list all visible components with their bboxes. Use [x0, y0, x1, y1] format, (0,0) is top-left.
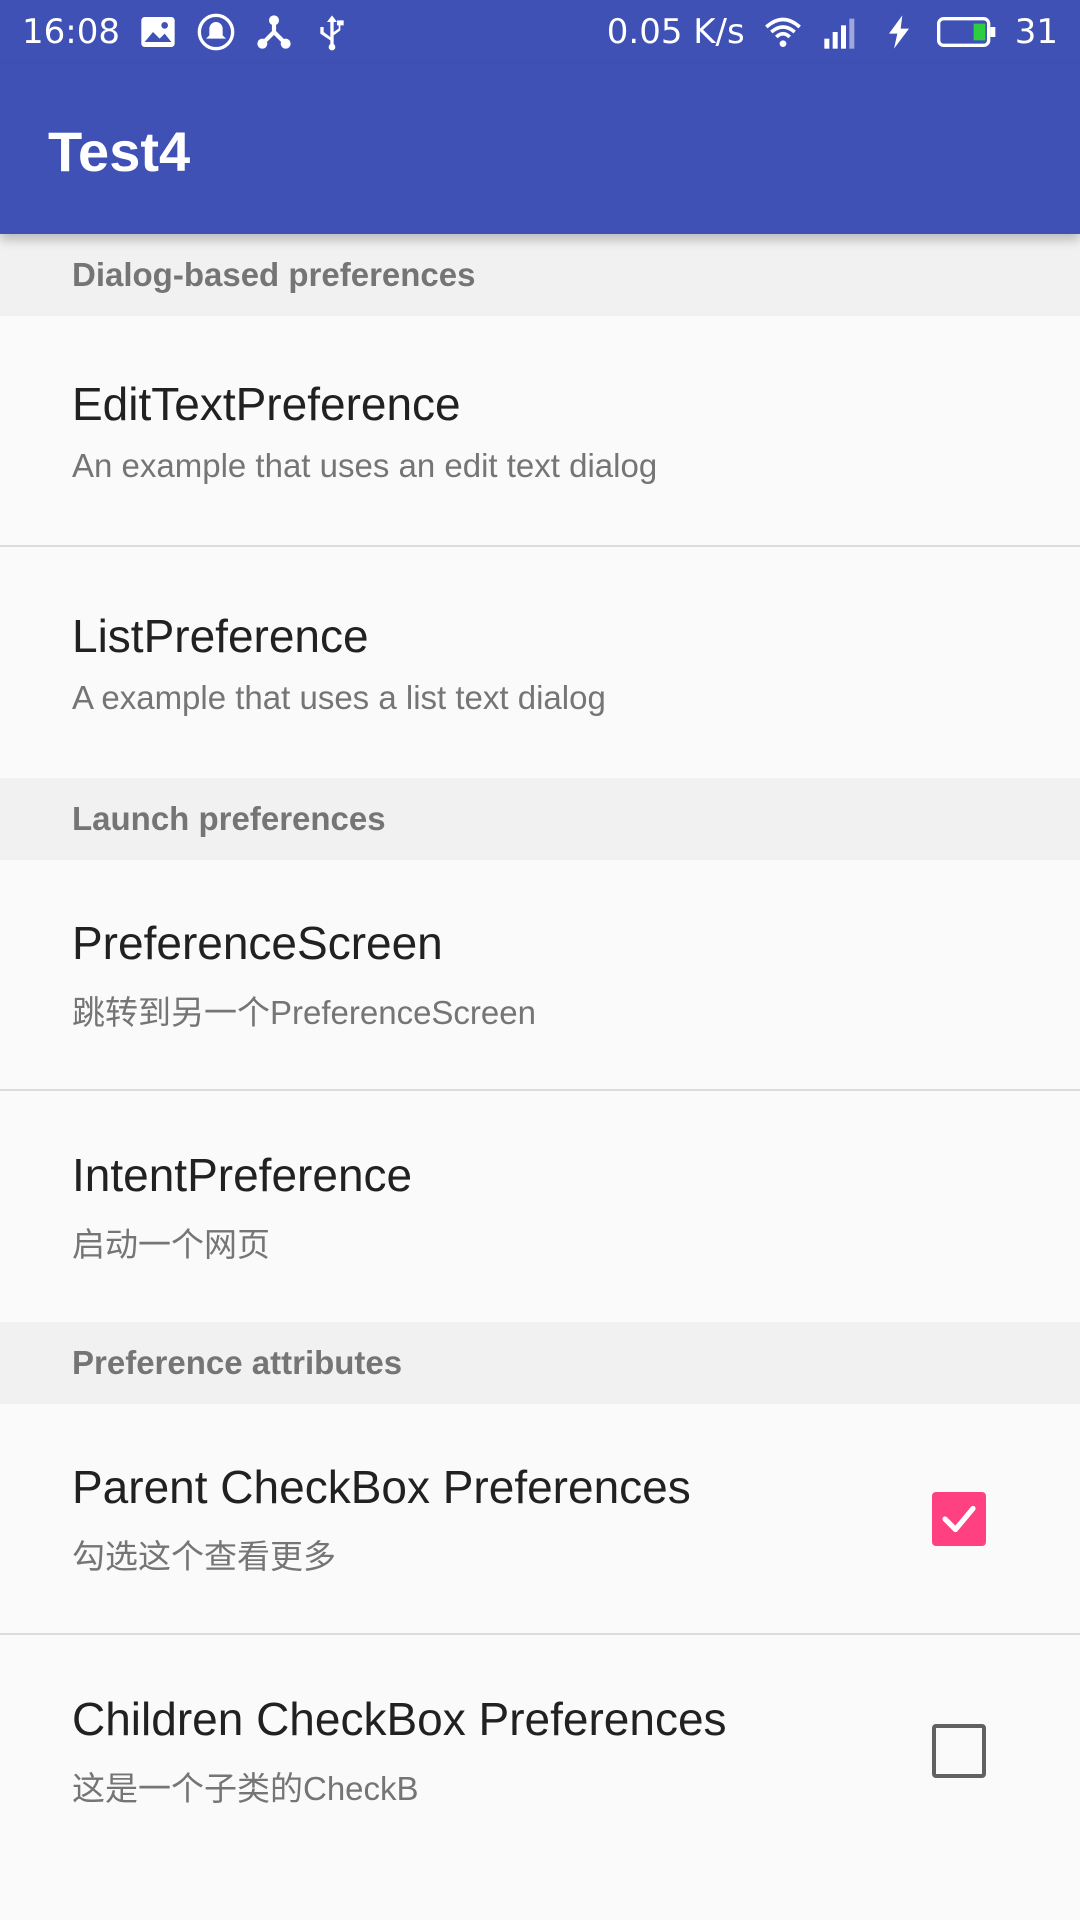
pref-children-checkbox[interactable]: Children CheckBox Preferences 这是一个子类的Che…: [0, 1635, 1080, 1866]
pref-summary: 启动一个网页: [72, 1225, 270, 1263]
parent-checkbox[interactable]: [932, 1491, 986, 1546]
status-bar-left: 16:08: [22, 12, 352, 52]
pref-list[interactable]: ListPreference A example that uses a lis…: [0, 547, 1080, 778]
pref-screen[interactable]: PreferenceScreen 跳转到另一个PreferenceScreen: [0, 860, 1080, 1091]
pref-summary: 跳转到另一个PreferenceScreen: [72, 993, 536, 1031]
pref-summary: 这是一个子类的CheckB: [72, 1769, 419, 1807]
pref-edittext[interactable]: EditTextPreference An example that uses …: [0, 316, 1080, 547]
pref-summary: A example that uses a list text dialog: [72, 678, 606, 716]
checkmark-icon: [942, 1505, 976, 1532]
category-header-attributes: Preference attributes: [0, 1322, 1080, 1404]
preference-list: Dialog-based preferences EditTextPrefere…: [0, 234, 1080, 1866]
network-speed: 0.05 K/s: [606, 12, 745, 52]
pref-parent-checkbox[interactable]: Parent CheckBox Preferences 勾选这个查看更多: [0, 1404, 1080, 1635]
pref-summary: An example that uses an edit text dialog: [72, 446, 658, 484]
usb-icon: [312, 12, 352, 52]
pref-title: EditTextPreference: [72, 377, 461, 430]
battery-level: 31: [1014, 12, 1058, 52]
share-icon: [254, 12, 294, 52]
category-header-launch: Launch preferences: [0, 778, 1080, 860]
charging-icon: [879, 12, 919, 52]
signal-4g-icon: [821, 12, 861, 52]
notification-bell-icon: [196, 12, 236, 52]
image-icon: [138, 12, 178, 52]
pref-intent[interactable]: IntentPreference 启动一个网页: [0, 1091, 1080, 1322]
wifi-icon: [763, 12, 803, 52]
status-bar-right: 0.05 K/s 31: [607, 12, 1058, 52]
children-checkbox[interactable]: [932, 1723, 986, 1778]
pref-summary: 勾选这个查看更多: [72, 1537, 336, 1575]
app-title: Test4: [48, 120, 191, 183]
app-bar: Test4: [0, 64, 1080, 234]
status-bar: 16:08 0.05 K/s 31: [0, 0, 1080, 64]
battery-icon: [936, 12, 997, 52]
pref-title: Children CheckBox Preferences: [72, 1692, 727, 1745]
status-time: 16:08: [22, 12, 120, 52]
pref-title: PreferenceScreen: [72, 916, 443, 969]
pref-title: Parent CheckBox Preferences: [72, 1460, 691, 1513]
pref-title: ListPreference: [72, 609, 369, 662]
category-header-dialog: Dialog-based preferences: [0, 234, 1080, 316]
pref-title: IntentPreference: [72, 1148, 413, 1201]
